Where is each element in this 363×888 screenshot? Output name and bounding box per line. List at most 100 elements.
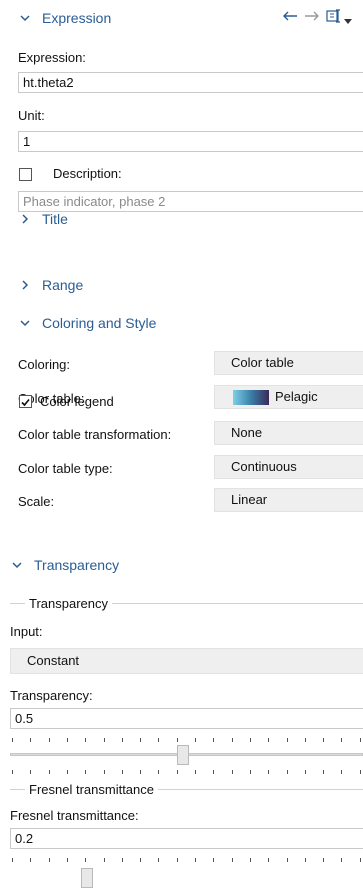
tick-mark — [85, 770, 87, 774]
tick-mark — [268, 738, 270, 742]
tick-mark — [304, 858, 306, 862]
transparency-group-label: Transparency — [25, 596, 112, 611]
section-coloring-header[interactable]: Coloring and Style — [0, 310, 363, 336]
tick-mark — [12, 738, 13, 742]
fresnel-label: Fresnel transmittance: — [10, 808, 139, 823]
tick-mark — [30, 858, 32, 862]
scale-label: Scale: — [18, 494, 55, 509]
section-transparency-title: Transparency — [34, 557, 120, 573]
tick-mark — [30, 738, 32, 742]
toolbar — [278, 7, 363, 27]
expression-input[interactable]: ht.theta2 — [18, 72, 363, 93]
tick-mark — [66, 858, 68, 862]
tick-mark — [268, 858, 270, 862]
transparency-ticks-top — [10, 738, 363, 742]
chevron-down-icon — [18, 316, 32, 330]
tick-mark — [286, 858, 288, 862]
transparency-ticks-bottom — [10, 770, 363, 774]
coloring-select[interactable]: Color table — [214, 351, 363, 375]
input-label: Input: — [10, 624, 43, 639]
tick-mark — [85, 858, 87, 862]
tick-mark — [341, 858, 343, 862]
section-transparency-header[interactable]: Transparency — [0, 552, 363, 578]
tick-mark — [195, 770, 196, 774]
color-table-type-label: Color table type: — [18, 461, 113, 476]
tick-mark — [304, 738, 306, 742]
tick-mark — [140, 858, 142, 862]
chevron-down-icon — [10, 558, 24, 572]
tick-mark — [304, 770, 306, 774]
pelagic-swatch — [233, 390, 269, 405]
tick-mark — [286, 738, 288, 742]
tick-mark — [231, 738, 233, 742]
tick-mark — [323, 770, 325, 774]
dropdown-arrow-icon[interactable] — [344, 13, 352, 28]
tick-mark — [158, 770, 160, 774]
transformation-select[interactable]: None — [214, 421, 363, 445]
tick-mark — [213, 858, 215, 862]
tick-mark — [176, 738, 178, 742]
tick-mark — [12, 858, 13, 862]
tick-mark — [103, 738, 105, 742]
transformation-label: Color table transformation: — [18, 427, 172, 442]
unit-input[interactable]: 1 — [18, 131, 363, 152]
tick-mark — [341, 738, 343, 742]
tick-mark — [103, 770, 105, 774]
tick-mark — [359, 738, 361, 742]
tick-mark — [12, 770, 13, 774]
fresnel-slider-thumb[interactable] — [81, 868, 94, 888]
color-legend-label: Color legend — [40, 394, 114, 409]
tick-mark — [66, 738, 68, 742]
tick-mark — [140, 738, 142, 742]
section-range-title: Range — [42, 277, 84, 293]
tick-mark — [231, 858, 233, 862]
tick-mark — [249, 770, 251, 774]
fresnel-ticks-top — [10, 858, 363, 862]
tick-mark — [323, 738, 325, 742]
tick-mark — [213, 738, 215, 742]
input-select[interactable]: Constant — [10, 648, 363, 674]
color-table-value: Pelagic — [275, 389, 318, 404]
description-label: Description: — [53, 166, 122, 181]
arrow-left-icon[interactable] — [282, 10, 298, 25]
tick-mark — [176, 770, 178, 774]
coloring-label: Coloring: — [18, 357, 71, 372]
section-coloring-title: Coloring and Style — [42, 315, 157, 331]
scale-select[interactable]: Linear — [214, 488, 363, 512]
chevron-right-icon — [18, 212, 32, 226]
section-title-header[interactable]: Title — [0, 206, 363, 232]
tick-mark — [103, 858, 105, 862]
replace-expression-icon[interactable] — [325, 7, 343, 28]
tick-mark — [195, 858, 196, 862]
tick-mark — [85, 738, 87, 742]
description-checkbox[interactable] — [19, 168, 32, 181]
tick-mark — [359, 858, 361, 862]
arrow-right-icon[interactable] — [304, 10, 320, 25]
tick-mark — [195, 738, 196, 742]
chevron-down-icon — [18, 11, 32, 25]
tick-mark — [359, 770, 361, 774]
transparency-label: Transparency: — [10, 688, 93, 703]
color-table-select[interactable]: Pelagic — [214, 385, 363, 409]
tick-mark — [213, 770, 215, 774]
tick-mark — [341, 770, 343, 774]
fresnel-input[interactable]: 0.2 — [10, 828, 363, 849]
tick-mark — [158, 738, 160, 742]
color-legend-checkbox[interactable] — [19, 395, 32, 408]
tick-mark — [249, 738, 251, 742]
color-table-type-select[interactable]: Continuous — [214, 455, 363, 479]
chevron-right-icon — [18, 278, 32, 292]
section-expression-title: Expression — [42, 10, 112, 26]
tick-mark — [48, 738, 50, 742]
transparency-input[interactable]: 0.5 — [10, 708, 363, 729]
fresnel-group-label: Fresnel transmittance — [25, 782, 158, 797]
unit-label: Unit: — [18, 108, 45, 123]
tick-mark — [158, 858, 160, 862]
tick-mark — [140, 770, 142, 774]
section-range-header[interactable]: Range — [0, 272, 363, 298]
tick-mark — [48, 858, 50, 862]
tick-mark — [121, 770, 123, 774]
tick-mark — [121, 858, 123, 862]
transparency-slider-thumb[interactable] — [176, 745, 189, 765]
expression-label: Expression: — [18, 50, 86, 65]
